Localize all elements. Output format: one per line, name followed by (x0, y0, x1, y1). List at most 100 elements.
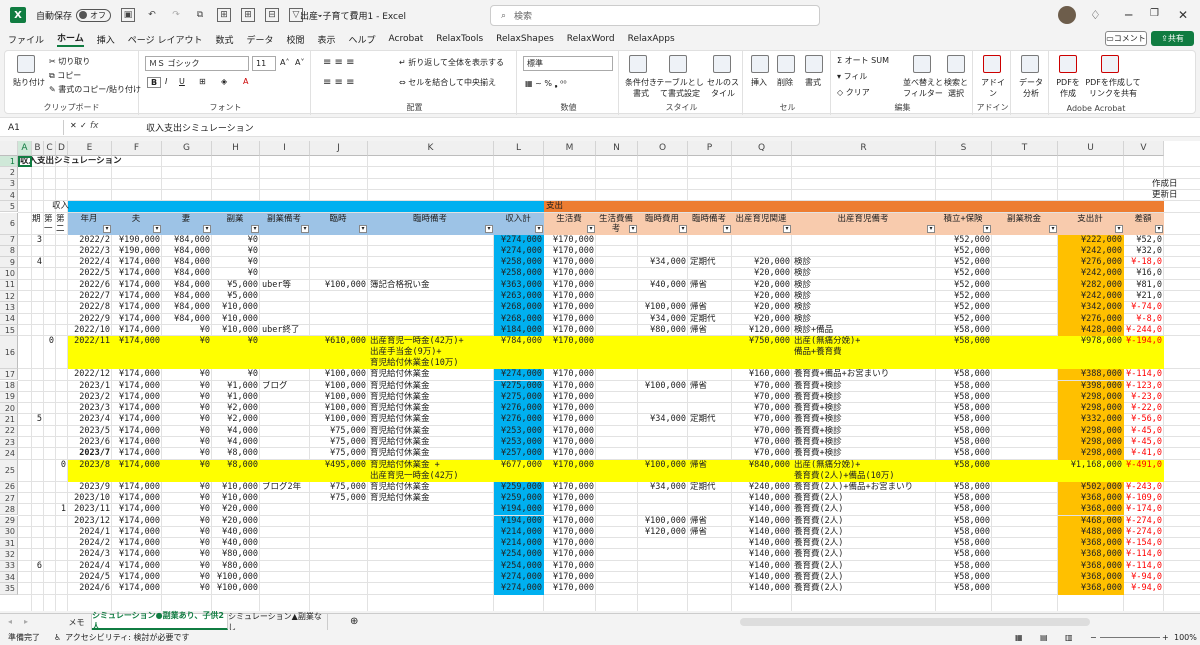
next-sheet-icon[interactable]: ▸ (24, 617, 28, 626)
row-header-29[interactable]: 29 (0, 515, 18, 527)
cell-L20[interactable]: ¥276,000 (494, 403, 544, 414)
cell-F18[interactable]: ¥174,000 (112, 381, 162, 392)
cell-G9[interactable]: ¥84,000 (162, 257, 212, 268)
sort-filter-icon[interactable] (913, 55, 931, 73)
cell-J18[interactable]: ¥100,000 (310, 381, 368, 392)
cell-U34[interactable]: ¥368,000 (1058, 572, 1124, 583)
cell-B21[interactable]: 5 (32, 414, 44, 425)
create-pdf-button[interactable]: PDFを作成 (1053, 77, 1083, 99)
cell-H15[interactable]: ¥10,000 (212, 325, 260, 336)
cell-S32[interactable]: ¥58,000 (936, 549, 992, 560)
row-header-35[interactable]: 35 (0, 583, 18, 595)
column-header-V[interactable]: V (1124, 141, 1164, 156)
cell-Q33[interactable]: ¥140,000 (732, 561, 792, 572)
cell-Q24[interactable]: ¥70,000 (732, 448, 792, 459)
ribbon-tab-0[interactable]: ファイル (8, 33, 44, 46)
cell-S33[interactable]: ¥58,000 (936, 561, 992, 572)
row-header-14[interactable]: 14 (0, 313, 18, 325)
cell-O25[interactable]: ¥100,000 (638, 460, 688, 482)
cell-L13[interactable]: ¥268,000 (494, 302, 544, 313)
cell-Q12[interactable]: ¥20,000 (732, 291, 792, 302)
cell-P29[interactable]: 帰省 (688, 516, 732, 527)
redo-icon[interactable]: ↷ (169, 8, 183, 22)
cell-O21[interactable]: ¥34,000 (638, 414, 688, 425)
cell-E21[interactable]: 2023/4 (68, 414, 112, 425)
filter-dropdown-icon[interactable]: ▾ (629, 224, 637, 233)
cell-P30[interactable]: 帰省 (688, 527, 732, 538)
row-header-26[interactable]: 26 (0, 481, 18, 493)
cell-H12[interactable]: ¥5,000 (212, 291, 260, 302)
cell-G26[interactable]: ¥0 (162, 482, 212, 493)
cell-H35[interactable]: ¥100,000 (212, 583, 260, 594)
cell-Q27[interactable]: ¥140,000 (732, 493, 792, 504)
cell-P15[interactable]: 帰省 (688, 325, 732, 336)
ribbon-tab-3[interactable]: ページ レイアウト (128, 33, 203, 46)
cell-G24[interactable]: ¥0 (162, 448, 212, 459)
cell-F16[interactable]: ¥174,000 (112, 336, 162, 369)
cell-V17[interactable]: ¥-114,0 (1124, 369, 1164, 380)
cell-G21[interactable]: ¥0 (162, 414, 212, 425)
cell-H10[interactable]: ¥0 (212, 268, 260, 279)
cell-H23[interactable]: ¥4,000 (212, 437, 260, 448)
filter-dropdown-icon[interactable]: ▾ (485, 224, 493, 233)
cell-F12[interactable]: ¥174,000 (112, 291, 162, 302)
normal-view-icon[interactable]: ▦ (1015, 633, 1023, 642)
cell-M17[interactable]: ¥170,000 (544, 369, 596, 380)
cell-L19[interactable]: ¥275,000 (494, 392, 544, 403)
currency-icons[interactable]: ▦ ~ % ❟ ⁰⁰ (525, 79, 567, 89)
cell-E33[interactable]: 2024/4 (68, 561, 112, 572)
row-header-13[interactable]: 13 (0, 302, 18, 314)
cell-H18[interactable]: ¥1,000 (212, 381, 260, 392)
cell-E16[interactable]: 2022/11 (68, 336, 112, 369)
cell-L27[interactable]: ¥259,000 (494, 493, 544, 504)
row-header-6[interactable]: 6 (0, 212, 18, 235)
name-box[interactable]: A1 (4, 120, 64, 135)
restore-icon[interactable]: ❐ (1150, 8, 1159, 19)
merge-center-button[interactable]: ⇔ セルを結合して中央揃え (399, 77, 496, 88)
cell-M25[interactable]: ¥170,000 (544, 460, 596, 482)
column-header-G[interactable]: G (162, 141, 212, 156)
cell-S30[interactable]: ¥58,000 (936, 527, 992, 538)
cell-V24[interactable]: ¥-41,0 (1124, 448, 1164, 459)
cell-S24[interactable]: ¥58,000 (936, 448, 992, 459)
cell-U29[interactable]: ¥468,000 (1058, 516, 1124, 527)
cell-E9[interactable]: 2022/4 (68, 257, 112, 268)
cancel-icon[interactable]: ✕ (70, 121, 77, 130)
cell-G33[interactable]: ¥0 (162, 561, 212, 572)
font-size-select[interactable]: 11 (252, 56, 276, 71)
cell-L17[interactable]: ¥274,000 (494, 369, 544, 380)
cell-Q9[interactable]: ¥20,000 (732, 257, 792, 268)
cell-M23[interactable]: ¥170,000 (544, 437, 596, 448)
cell-G34[interactable]: ¥0 (162, 572, 212, 583)
cell-R17[interactable]: 養育費+備品+お宮まいり (792, 369, 936, 380)
ribbon-tab-10[interactable]: RelaxTools (436, 34, 483, 44)
cell-U14[interactable]: ¥276,000 (1058, 314, 1124, 325)
number-format-select[interactable]: 標準 (523, 56, 613, 71)
confirm-icon[interactable]: ✓ (80, 121, 87, 130)
cell-L26[interactable]: ¥259,000 (494, 482, 544, 493)
cell-M15[interactable]: ¥170,000 (544, 325, 596, 336)
cell-K21[interactable]: 育児給付休業金 (368, 414, 494, 425)
cell-P25[interactable]: 帰省 (688, 460, 732, 482)
paste-icon[interactable] (17, 55, 35, 73)
cell-O29[interactable]: ¥100,000 (638, 516, 688, 527)
cell-V14[interactable]: ¥-8,0 (1124, 314, 1164, 325)
column-header-J[interactable]: J (310, 141, 368, 156)
cell-R29[interactable]: 養育費(2人) (792, 516, 936, 527)
row-header-24[interactable]: 24 (0, 448, 18, 460)
cell-H21[interactable]: ¥2,000 (212, 414, 260, 425)
row-header-1[interactable]: 1 (0, 156, 18, 168)
cell-K18[interactable]: 育児給付休業金 (368, 381, 494, 392)
cell-R31[interactable]: 養育費(2人) (792, 538, 936, 549)
quick-access-icon-2[interactable]: ⊞ (217, 8, 232, 22)
row-header-33[interactable]: 33 (0, 560, 18, 572)
cell-U20[interactable]: ¥298,000 (1058, 403, 1124, 414)
page-layout-icon[interactable]: ▤ (1040, 633, 1048, 642)
row-header-21[interactable]: 21 (0, 414, 18, 426)
cell-O14[interactable]: ¥34,000 (638, 314, 688, 325)
cell-J27[interactable]: ¥75,000 (310, 493, 368, 504)
income-section-label[interactable]: 収入 (50, 201, 110, 212)
cell-R20[interactable]: 養育費+検診 (792, 403, 936, 414)
cell-V12[interactable]: ¥21,0 (1124, 291, 1164, 302)
cell-U31[interactable]: ¥368,000 (1058, 538, 1124, 549)
